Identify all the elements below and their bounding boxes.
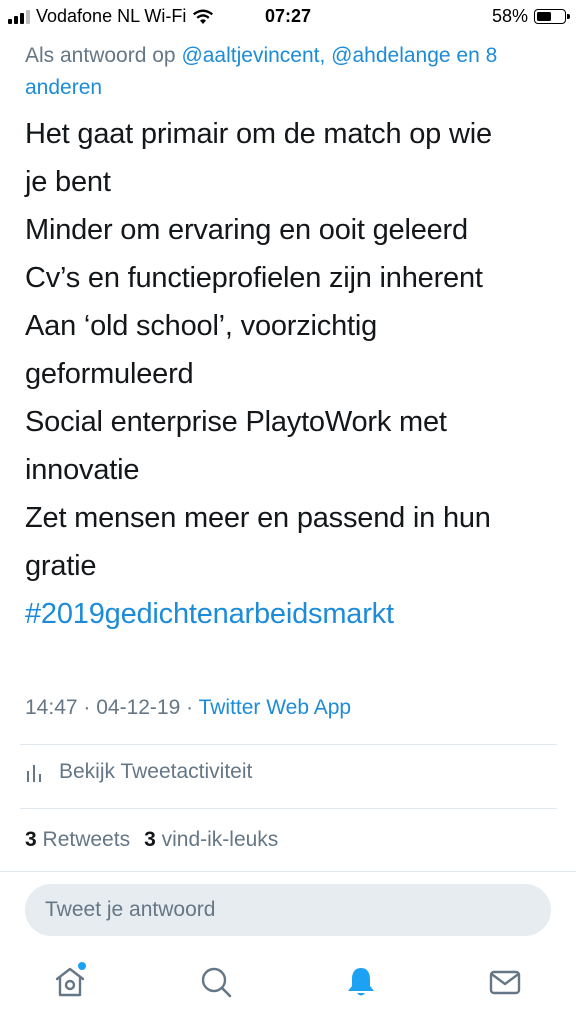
likes-count: 3 (144, 828, 156, 851)
bell-icon (348, 968, 374, 996)
tweet-line: Zet mensen meer en passend in hun (25, 502, 491, 534)
tweet-stats: 3 Retweets 3 vind-ik-leuks (25, 828, 278, 852)
tweet-line: Minder om ervaring en ooit geleerd (25, 214, 468, 246)
hashtag-link[interactable]: #2019gedichtenarbeidsmarkt (25, 590, 555, 638)
tweet-line: Social enterprise PlaytoWork met (25, 406, 447, 438)
tweet-line: innovatie (25, 454, 140, 486)
status-bar: Vodafone NL Wi-Fi 07:27 58% (0, 0, 576, 34)
tweet-detail-screen: Vodafone NL Wi-Fi 07:27 58% Als antwoord… (0, 0, 576, 1024)
tweet-line: Aan ‘old school’, voorzichtig (25, 310, 378, 342)
retweets-stat[interactable]: 3 Retweets (25, 828, 130, 852)
battery-level-fill (537, 12, 551, 21)
tweet-activity-button[interactable]: Bekijk Tweetactiviteit (25, 760, 252, 784)
tweet-line: gratie (25, 550, 97, 582)
retweets-label: Retweets (42, 828, 131, 851)
battery-icon (534, 9, 570, 24)
home-icon (55, 967, 85, 997)
search-icon (201, 967, 232, 998)
tweet-line: Het gaat primair om de match op wie (25, 118, 492, 150)
likes-stat[interactable]: 3 vind-ik-leuks (144, 828, 278, 852)
nav-search[interactable] (196, 962, 236, 1002)
envelope-icon (489, 970, 521, 995)
bottom-nav (0, 942, 576, 1024)
reply-to-prefix: Als antwoord op (25, 44, 182, 67)
tweet-text: Het gaat primair om de match op wie je b… (25, 110, 555, 638)
divider (0, 871, 576, 872)
tweet-line: Cv’s en functieprofielen zijn inherent (25, 262, 483, 294)
status-right: 58% (491, 6, 570, 27)
home-notification-dot (78, 962, 86, 970)
tweet-line: je bent (25, 166, 111, 198)
nav-home[interactable] (50, 962, 90, 1002)
reply-input[interactable]: Tweet je antwoord (25, 884, 551, 936)
tweet-meta: 14:47 · 04-12-19 · Twitter Web App (25, 693, 351, 723)
status-time: 07:27 (264, 6, 312, 26)
tweet-source-link[interactable]: Twitter Web App (199, 696, 352, 719)
tweet-line: geformuleerd (25, 358, 194, 390)
reply-to-header: Als antwoord op @aaltjevincent, @ahdelan… (25, 40, 555, 104)
nav-messages[interactable] (485, 962, 525, 1002)
tweet-activity-label: Bekijk Tweetactiviteit (59, 760, 253, 783)
nav-notifications[interactable] (341, 962, 381, 1002)
divider (20, 808, 557, 809)
battery-percent: 58% (491, 6, 528, 26)
divider (20, 744, 557, 745)
retweets-count: 3 (25, 828, 37, 851)
tweet-timestamp: 14:47 · 04-12-19 · (25, 696, 199, 719)
reply-placeholder: Tweet je antwoord (45, 898, 216, 921)
bar-chart-icon (27, 765, 41, 782)
likes-label: vind-ik-leuks (161, 828, 279, 851)
